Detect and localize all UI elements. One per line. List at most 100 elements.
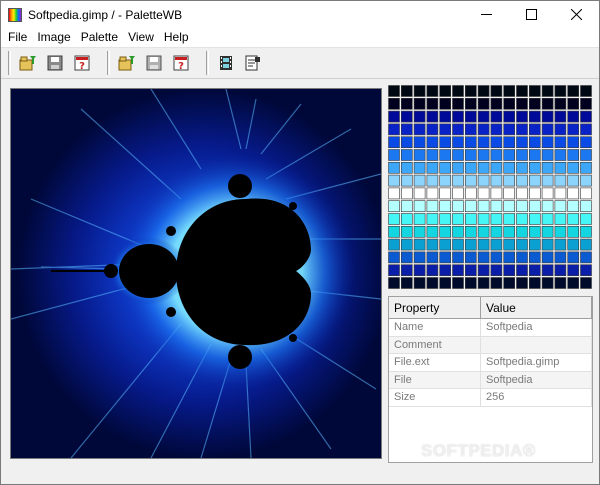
palette-swatch[interactable] bbox=[465, 174, 477, 187]
palette-swatch[interactable] bbox=[580, 162, 592, 174]
palette-swatch[interactable] bbox=[413, 174, 426, 187]
palette-swatch[interactable] bbox=[388, 187, 400, 200]
table-row[interactable]: File Softpedia bbox=[389, 371, 592, 389]
palette-swatch[interactable] bbox=[490, 187, 503, 200]
toolbar-grip[interactable] bbox=[107, 51, 110, 75]
palette-swatch[interactable] bbox=[413, 200, 426, 212]
palette-swatch[interactable] bbox=[413, 85, 426, 97]
palette-swatch[interactable] bbox=[529, 85, 541, 97]
palette-swatch[interactable] bbox=[413, 98, 426, 110]
palette-swatch[interactable] bbox=[503, 98, 515, 110]
palette-swatch[interactable] bbox=[554, 226, 567, 238]
table-row[interactable]: File.ext Softpedia.gimp bbox=[389, 354, 592, 372]
palette-swatch[interactable] bbox=[516, 174, 528, 187]
palette-swatch[interactable] bbox=[529, 123, 541, 136]
palette-swatch[interactable] bbox=[554, 162, 567, 174]
palette-swatch[interactable] bbox=[541, 98, 554, 110]
palette-swatch[interactable] bbox=[541, 149, 554, 161]
palette-swatch[interactable] bbox=[477, 136, 490, 149]
palette-swatch[interactable] bbox=[554, 277, 567, 289]
palette-swatch[interactable] bbox=[503, 251, 515, 264]
palette-swatch[interactable] bbox=[503, 187, 515, 200]
palette-swatch[interactable] bbox=[477, 200, 490, 212]
palette-swatch[interactable] bbox=[452, 110, 464, 123]
palette-swatch[interactable] bbox=[426, 264, 439, 276]
palette-about-button[interactable]: ? bbox=[169, 52, 192, 74]
palette-swatch[interactable] bbox=[413, 136, 426, 149]
palette-swatch[interactable] bbox=[503, 149, 515, 161]
palette-swatch[interactable] bbox=[401, 174, 413, 187]
palette-swatch[interactable] bbox=[426, 251, 439, 264]
palette-swatch[interactable] bbox=[529, 174, 541, 187]
palette-swatch[interactable] bbox=[567, 251, 579, 264]
palette-swatch[interactable] bbox=[426, 213, 439, 225]
maximize-button[interactable] bbox=[509, 1, 554, 28]
palette-swatch[interactable] bbox=[567, 85, 579, 97]
palette-swatch[interactable] bbox=[554, 110, 567, 123]
palette-swatch[interactable] bbox=[388, 213, 400, 225]
palette-swatch[interactable] bbox=[388, 226, 400, 238]
palette-swatch[interactable] bbox=[490, 136, 503, 149]
palette-swatch[interactable] bbox=[490, 174, 503, 187]
menu-image[interactable]: Image bbox=[32, 28, 75, 47]
palette-swatch[interactable] bbox=[477, 213, 490, 225]
palette-swatch[interactable] bbox=[554, 187, 567, 200]
palette-swatch[interactable] bbox=[554, 98, 567, 110]
palette-swatch[interactable] bbox=[465, 238, 477, 251]
palette-swatch[interactable] bbox=[388, 110, 400, 123]
palette-swatch[interactable] bbox=[401, 110, 413, 123]
palette-swatch[interactable] bbox=[529, 136, 541, 149]
palette-swatch[interactable] bbox=[554, 136, 567, 149]
palette-swatch[interactable] bbox=[413, 226, 426, 238]
palette-swatch[interactable] bbox=[541, 213, 554, 225]
palette-swatch[interactable] bbox=[554, 251, 567, 264]
palette-swatch[interactable] bbox=[503, 238, 515, 251]
palette-swatch[interactable] bbox=[477, 238, 490, 251]
palette-swatch[interactable] bbox=[413, 251, 426, 264]
close-button[interactable] bbox=[554, 1, 599, 28]
palette-swatch[interactable] bbox=[580, 238, 592, 251]
palette-swatch[interactable] bbox=[439, 277, 452, 289]
palette-swatch[interactable] bbox=[477, 174, 490, 187]
palette-swatch[interactable] bbox=[503, 277, 515, 289]
palette-swatch[interactable] bbox=[401, 85, 413, 97]
palette-swatch[interactable] bbox=[452, 149, 464, 161]
value-cell[interactable] bbox=[481, 336, 592, 354]
palette-swatch[interactable] bbox=[503, 174, 515, 187]
palette-swatch[interactable] bbox=[580, 174, 592, 187]
palette-swatch[interactable] bbox=[516, 200, 528, 212]
palette-swatch[interactable] bbox=[426, 200, 439, 212]
menu-file[interactable]: File bbox=[3, 28, 32, 47]
palette-swatch[interactable] bbox=[490, 149, 503, 161]
palette-swatch[interactable] bbox=[439, 149, 452, 161]
palette-swatch[interactable] bbox=[516, 98, 528, 110]
toolbar-grip[interactable] bbox=[206, 51, 209, 75]
palette-swatch[interactable] bbox=[529, 110, 541, 123]
palette-swatch[interactable] bbox=[541, 264, 554, 276]
palette-swatch[interactable] bbox=[541, 277, 554, 289]
palette-swatch[interactable] bbox=[388, 98, 400, 110]
palette-swatch[interactable] bbox=[401, 98, 413, 110]
palette-swatch[interactable] bbox=[465, 123, 477, 136]
palette-swatch[interactable] bbox=[401, 200, 413, 212]
palette-swatch[interactable] bbox=[529, 213, 541, 225]
palette-swatch[interactable] bbox=[490, 110, 503, 123]
palette-swatch[interactable] bbox=[477, 162, 490, 174]
palette-grid[interactable] bbox=[388, 85, 593, 291]
palette-swatch[interactable] bbox=[503, 264, 515, 276]
palette-swatch[interactable] bbox=[516, 136, 528, 149]
palette-swatch[interactable] bbox=[465, 85, 477, 97]
palette-swatch[interactable] bbox=[516, 213, 528, 225]
palette-swatch[interactable] bbox=[580, 251, 592, 264]
palette-swatch[interactable] bbox=[503, 226, 515, 238]
palette-swatch[interactable] bbox=[567, 98, 579, 110]
palette-swatch[interactable] bbox=[401, 277, 413, 289]
palette-swatch[interactable] bbox=[477, 85, 490, 97]
menu-help[interactable]: Help bbox=[159, 28, 194, 47]
palette-swatch[interactable] bbox=[439, 174, 452, 187]
palette-swatch[interactable] bbox=[439, 110, 452, 123]
palette-swatch[interactable] bbox=[490, 264, 503, 276]
palette-swatch[interactable] bbox=[465, 149, 477, 161]
palette-swatch[interactable] bbox=[580, 98, 592, 110]
palette-swatch[interactable] bbox=[426, 174, 439, 187]
